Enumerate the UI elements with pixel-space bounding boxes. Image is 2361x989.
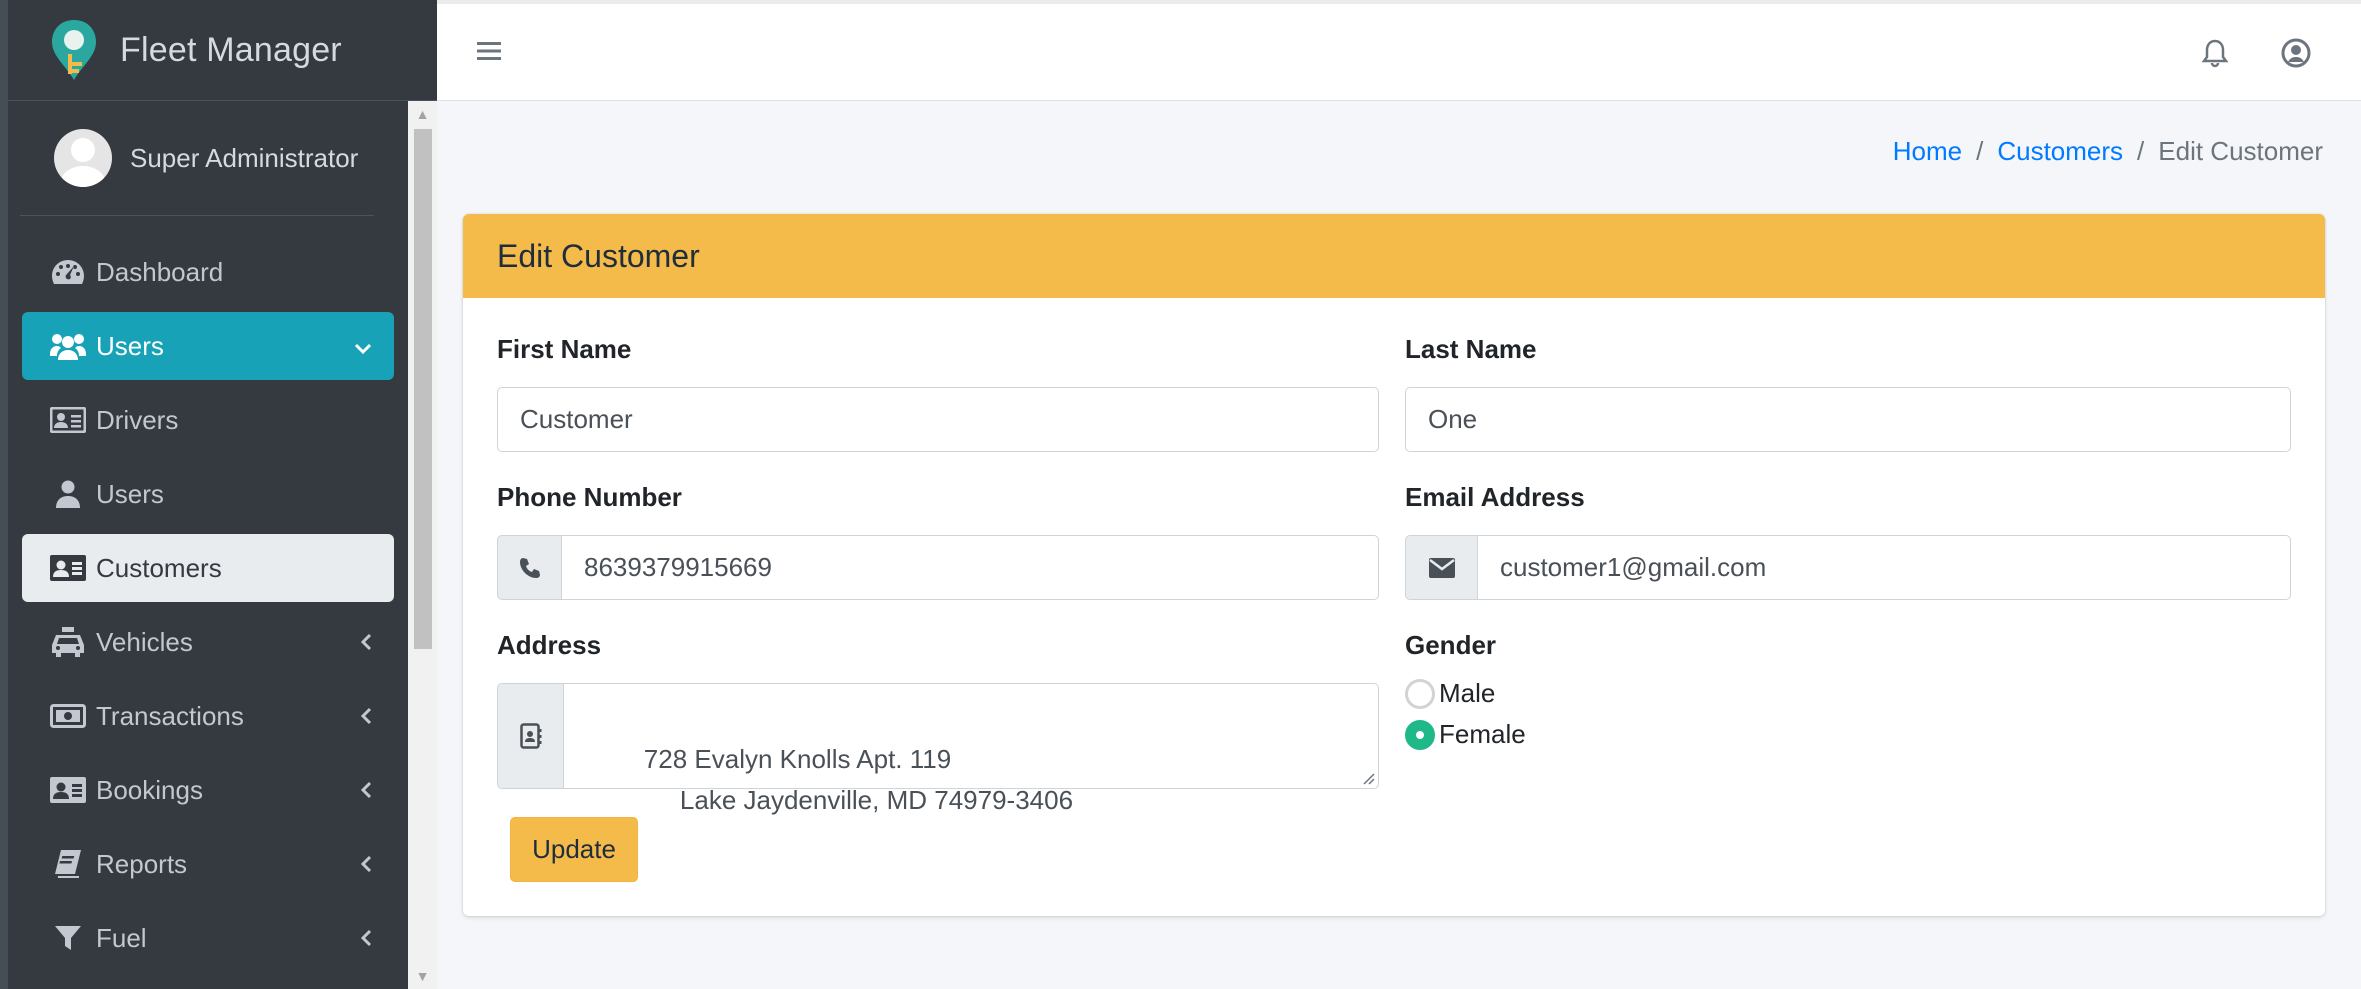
breadcrumb-separator: /: [2137, 136, 2145, 166]
top-navbar: [437, 0, 2361, 101]
breadcrumb-current: Edit Customer: [2158, 136, 2323, 166]
sidebar-nav: Dashboard Users Drivers Users Customers …: [8, 216, 408, 972]
phone-number-group: 8639379915669: [497, 535, 1379, 600]
sidebar-item-users[interactable]: Users: [22, 460, 394, 528]
chevron-left-icon: [360, 700, 372, 732]
chevron-left-icon: [360, 626, 372, 658]
address-label: Address: [497, 630, 602, 660]
sidebar-scroll-area: Super Administrator Dashboard Users Driv…: [8, 101, 408, 989]
sidebar-item-label: Customers: [96, 552, 222, 583]
user-panel[interactable]: Super Administrator: [20, 101, 374, 216]
card-title: Edit Customer: [463, 214, 2325, 298]
sidebar-item-label: Transactions: [96, 700, 244, 731]
radio-checked-icon[interactable]: [1405, 719, 1435, 750]
scrollbar-thumb[interactable]: [414, 129, 432, 649]
gender-option-label: Female: [1439, 719, 1526, 749]
sidebar-item-label: Fuel: [96, 922, 147, 953]
breadcrumb-separator: /: [1976, 136, 1984, 166]
gender-label: Gender: [1405, 630, 1497, 660]
breadcrumb-customers-link[interactable]: Customers: [1997, 136, 2123, 167]
sidebar-item-label: Users: [96, 330, 164, 361]
phone-number-input[interactable]: 8639379915669: [561, 535, 1379, 600]
brand-title: Fleet Manager: [120, 30, 342, 69]
address-card-icon: [50, 553, 86, 583]
bell-icon[interactable]: [2199, 37, 2231, 69]
sidebar-item-users-group[interactable]: Users: [22, 312, 394, 380]
sidebar-item-label: Users: [96, 478, 164, 509]
user-circle-icon[interactable]: [2280, 37, 2312, 69]
chevron-left-icon: [360, 774, 372, 806]
book-icon: [50, 849, 86, 879]
brand-link[interactable]: Fleet Manager: [8, 0, 437, 101]
chevron-left-icon: [360, 922, 372, 954]
sidebar-item-label: Bookings: [96, 774, 203, 805]
last-name-input[interactable]: One: [1405, 387, 2291, 452]
address-card-icon: [50, 775, 86, 805]
user-name: Super Administrator: [130, 142, 359, 173]
address-group: 728 Evalyn Knolls Apt. 119 Lake Jaydenvi…: [497, 683, 1379, 815]
menu-toggle-icon[interactable]: [475, 37, 503, 65]
breadcrumb: Home / Customers / Edit Customer: [1893, 136, 2323, 167]
avatar: [54, 129, 112, 187]
sidebar-item-fuel[interactable]: Fuel: [22, 904, 394, 972]
sidebar-item-label: Dashboard: [96, 256, 224, 287]
gender-option-label: Male: [1439, 678, 1496, 708]
radio-unchecked-icon[interactable]: [1405, 678, 1435, 709]
resize-grip-icon[interactable]: [1361, 771, 1375, 785]
email-address-label: Email Address: [1405, 482, 1585, 512]
dashboard-icon: [50, 257, 86, 287]
gender-option-male[interactable]: Male: [1405, 678, 1495, 709]
user-icon: [50, 479, 86, 509]
email-address-group: customer1@gmail.com: [1405, 535, 2291, 600]
chevron-down-icon: [354, 330, 372, 362]
phone-icon: [497, 535, 561, 600]
sidebar-item-drivers[interactable]: Drivers: [22, 386, 394, 454]
envelope-icon: [1405, 535, 1477, 600]
first-name-input[interactable]: Customer: [497, 387, 1379, 452]
sidebar: Fleet Manager Super Administrator Dashbo…: [0, 0, 437, 989]
taxi-icon: [50, 627, 86, 657]
chevron-left-icon: [360, 848, 372, 880]
sidebar-item-transactions[interactable]: Transactions: [22, 682, 394, 750]
filter-icon: [50, 923, 86, 953]
email-address-input[interactable]: customer1@gmail.com: [1477, 535, 2291, 600]
scroll-up-arrow-icon[interactable]: ▲: [408, 101, 437, 127]
users-icon: [50, 331, 86, 361]
id-card-icon: [50, 405, 86, 435]
scroll-down-arrow-icon[interactable]: ▼: [408, 963, 437, 989]
sidebar-item-label: Drivers: [96, 404, 179, 435]
sidebar-scrollbar[interactable]: ▲ ▼: [408, 101, 437, 989]
sidebar-item-reports[interactable]: Reports: [22, 830, 394, 898]
fleet-logo-icon: [52, 20, 96, 80]
phone-number-label: Phone Number: [497, 482, 682, 512]
breadcrumb-home-link[interactable]: Home: [1893, 136, 1962, 167]
first-name-label: First Name: [497, 334, 632, 364]
money-bill-icon: [50, 701, 86, 731]
sidebar-item-vehicles[interactable]: Vehicles: [22, 608, 394, 676]
address-text: 728 Evalyn Knolls Apt. 119 Lake Jaydenvi…: [643, 744, 1074, 815]
sidebar-item-dashboard[interactable]: Dashboard: [22, 238, 394, 306]
sidebar-item-label: Vehicles: [96, 626, 193, 657]
edit-customer-card: Edit Customer First Name Customer Last N…: [463, 214, 2325, 916]
sidebar-item-customers[interactable]: Customers: [22, 534, 394, 602]
gender-option-female[interactable]: Female: [1405, 719, 1526, 750]
last-name-label: Last Name: [1405, 334, 1537, 364]
address-book-icon: [497, 683, 563, 789]
sidebar-item-label: Reports: [96, 848, 188, 879]
address-textarea[interactable]: 728 Evalyn Knolls Apt. 119 Lake Jaydenvi…: [563, 683, 1379, 815]
sidebar-item-bookings[interactable]: Bookings: [22, 756, 394, 824]
update-button[interactable]: Update: [510, 817, 638, 882]
